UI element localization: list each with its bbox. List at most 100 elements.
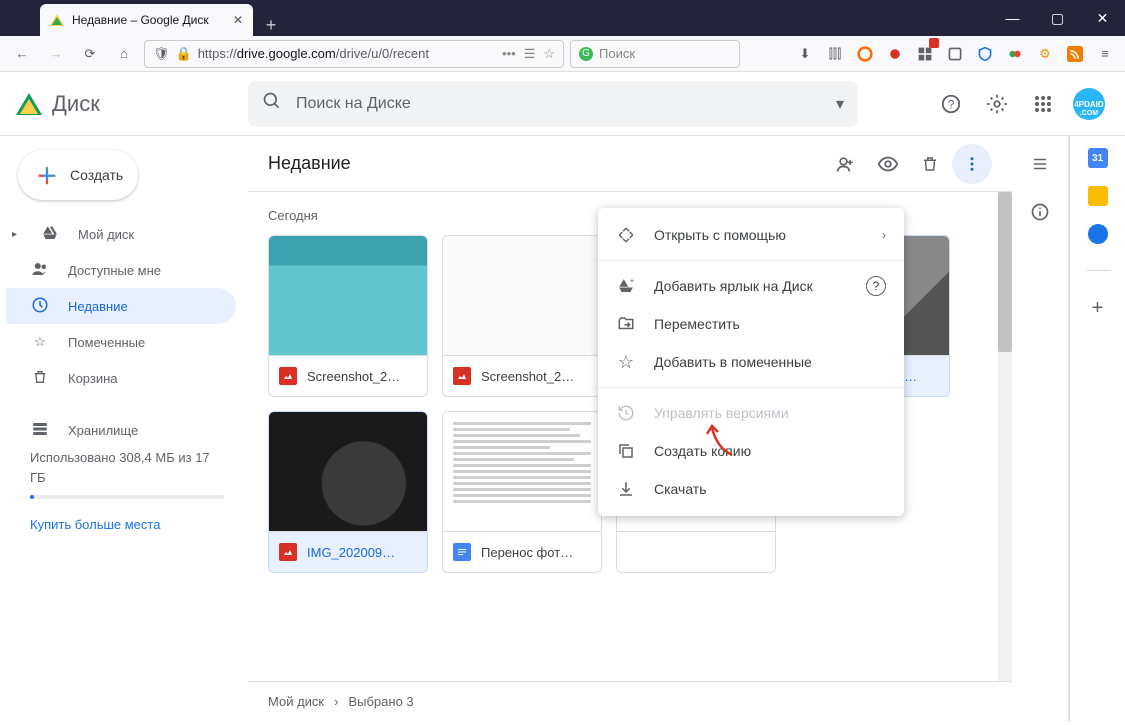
url-bar[interactable]: 🛡 🔒 https://drive.google.com/drive/u/0/r… [144, 40, 564, 68]
more-actions-button[interactable] [952, 144, 992, 184]
file-card[interactable]: Перенос фот… [442, 411, 602, 573]
file-caption: Перенос фот… [443, 532, 601, 572]
ext-opera-icon[interactable] [853, 40, 877, 68]
svg-text:.COM: .COM [1080, 110, 1098, 117]
lock-icon: 🔒 [176, 46, 192, 62]
new-label: Создать [70, 167, 123, 183]
nav-label: Мой диск [78, 227, 134, 242]
url-more-icon[interactable]: ••• [502, 46, 516, 62]
drive-logo[interactable]: Диск [16, 91, 248, 117]
drive-search[interactable]: Поиск на Диске ▾ [248, 81, 858, 127]
layout-list-button[interactable] [1020, 144, 1060, 184]
star-icon: ☆ [30, 334, 50, 350]
file-caption: IMG_202009… [269, 532, 427, 572]
ctx-open[interactable]: Открыть с помощью› [598, 216, 904, 254]
library-icon[interactable]: ⫿⫿⫿ [823, 40, 847, 68]
browser-tab[interactable]: Недавние – Google Диск ✕ [40, 4, 253, 36]
plus-icon: ＋ [36, 159, 58, 191]
new-button[interactable]: ＋ Создать [18, 150, 138, 200]
keep-app-icon[interactable] [1088, 186, 1108, 206]
svg-text:+: + [630, 277, 635, 285]
file-thumbnail [269, 412, 427, 532]
maximize-button[interactable]: ▢ [1035, 0, 1080, 36]
sidebar-item-recent[interactable]: Недавние [6, 288, 236, 324]
chevron-right-icon: › [334, 694, 338, 709]
minimize-button[interactable]: — [990, 0, 1035, 36]
ext-record-icon[interactable] [883, 40, 907, 68]
ctx-star[interactable]: ☆Добавить в помеченные [598, 343, 904, 381]
file-name: Screenshot_2… [481, 369, 574, 384]
delete-button[interactable] [910, 144, 950, 184]
file-card[interactable]: Screenshot_2… [442, 235, 602, 397]
product-name: Диск [52, 91, 100, 117]
shared-icon [30, 260, 50, 281]
expand-icon[interactable]: ▸ [12, 229, 22, 240]
bookmark-icon[interactable]: ☆ [543, 46, 555, 62]
drive-favicon-icon [50, 14, 64, 26]
file-caption: Screenshot_2… [443, 356, 601, 396]
reader-icon[interactable]: ☰ [524, 46, 536, 62]
ctx-label: Переместить [654, 316, 740, 332]
search-options-icon[interactable]: ▾ [836, 94, 844, 114]
support-button[interactable]: ? [931, 84, 971, 124]
sidebar-item-starred[interactable]: ☆ Помеченные [6, 324, 236, 360]
sidebar-item-shared[interactable]: Доступные мне [6, 252, 236, 288]
browser-extensions: ⬇ ⫿⫿⫿ ⚙ ≡ [793, 40, 1117, 68]
buy-storage-link[interactable]: Купить больше места [30, 515, 224, 535]
file-card[interactable]: Screenshot_2… [268, 235, 428, 397]
preview-button[interactable] [868, 144, 908, 184]
google-search-icon: G [579, 47, 593, 61]
ctx-download[interactable]: Скачать [598, 470, 904, 508]
close-window-button[interactable]: ✕ [1080, 0, 1125, 36]
image-icon [279, 543, 297, 561]
svg-text:4PDAID: 4PDAID [1074, 100, 1104, 109]
reload-button[interactable]: ⟳ [76, 40, 104, 68]
ext-evernote-icon[interactable] [943, 40, 967, 68]
file-caption: Screenshot_2… [269, 356, 427, 396]
ctx-label: Добавить в помеченные [654, 354, 812, 370]
ext-rss-icon[interactable] [1063, 40, 1087, 68]
sidebar-item-trash[interactable]: Корзина [6, 360, 236, 396]
home-button[interactable]: ⌂ [110, 40, 138, 68]
download-icon[interactable]: ⬇ [793, 40, 817, 68]
tab-close-icon[interactable]: ✕ [233, 13, 243, 27]
file-card[interactable]: IMG_202009… [268, 411, 428, 573]
browser-menu-icon[interactable]: ≡ [1093, 40, 1117, 68]
ctx-copy[interactable]: Создать копию [598, 432, 904, 470]
details-button[interactable] [1020, 192, 1060, 232]
image-icon [453, 367, 471, 385]
ctx-shortcut[interactable]: +Добавить ярлык на Диск? [598, 267, 904, 305]
ext-gear-icon[interactable]: ⚙ [1033, 40, 1057, 68]
ext-containers-icon[interactable] [913, 40, 937, 68]
browser-search-box[interactable]: G Поиск [570, 40, 740, 68]
share-button[interactable] [826, 144, 866, 184]
search-placeholder: Поиск [599, 46, 635, 61]
svg-text:?: ? [948, 97, 955, 111]
ctx-move[interactable]: Переместить [598, 305, 904, 343]
tasks-app-icon[interactable] [1088, 224, 1108, 244]
account-avatar[interactable]: 4PDAID.COM [1069, 84, 1109, 124]
storage-label: Хранилище [68, 423, 138, 438]
drive-search-placeholder: Поиск на Диске [296, 95, 411, 113]
scrollbar[interactable] [998, 192, 1012, 681]
nav-label: Помеченные [68, 335, 145, 350]
breadcrumb-root[interactable]: Мой диск [268, 694, 324, 709]
storage-icon [30, 420, 50, 441]
new-tab-button[interactable]: + [253, 15, 289, 36]
file-thumbnail [269, 236, 427, 356]
scroll-thumb[interactable] [998, 192, 1012, 352]
ext-colorful-icon[interactable] [1003, 40, 1027, 68]
help-icon[interactable]: ? [866, 276, 886, 296]
forward-button[interactable]: → [42, 40, 70, 68]
file-name: Перенос фот… [481, 545, 573, 560]
ext-ublock-icon[interactable] [973, 40, 997, 68]
calendar-app-icon[interactable]: 31 [1088, 148, 1108, 168]
back-button[interactable]: ← [8, 40, 36, 68]
add-app-button[interactable]: + [1092, 297, 1104, 320]
settings-button[interactable] [977, 84, 1017, 124]
sidebar-item-storage[interactable]: Хранилище [6, 412, 236, 448]
sidebar-item-mydrive[interactable]: ▸ Мой диск [6, 216, 236, 252]
apps-button[interactable] [1023, 84, 1063, 124]
search-icon [262, 91, 282, 116]
drive-logo-icon [16, 93, 42, 115]
